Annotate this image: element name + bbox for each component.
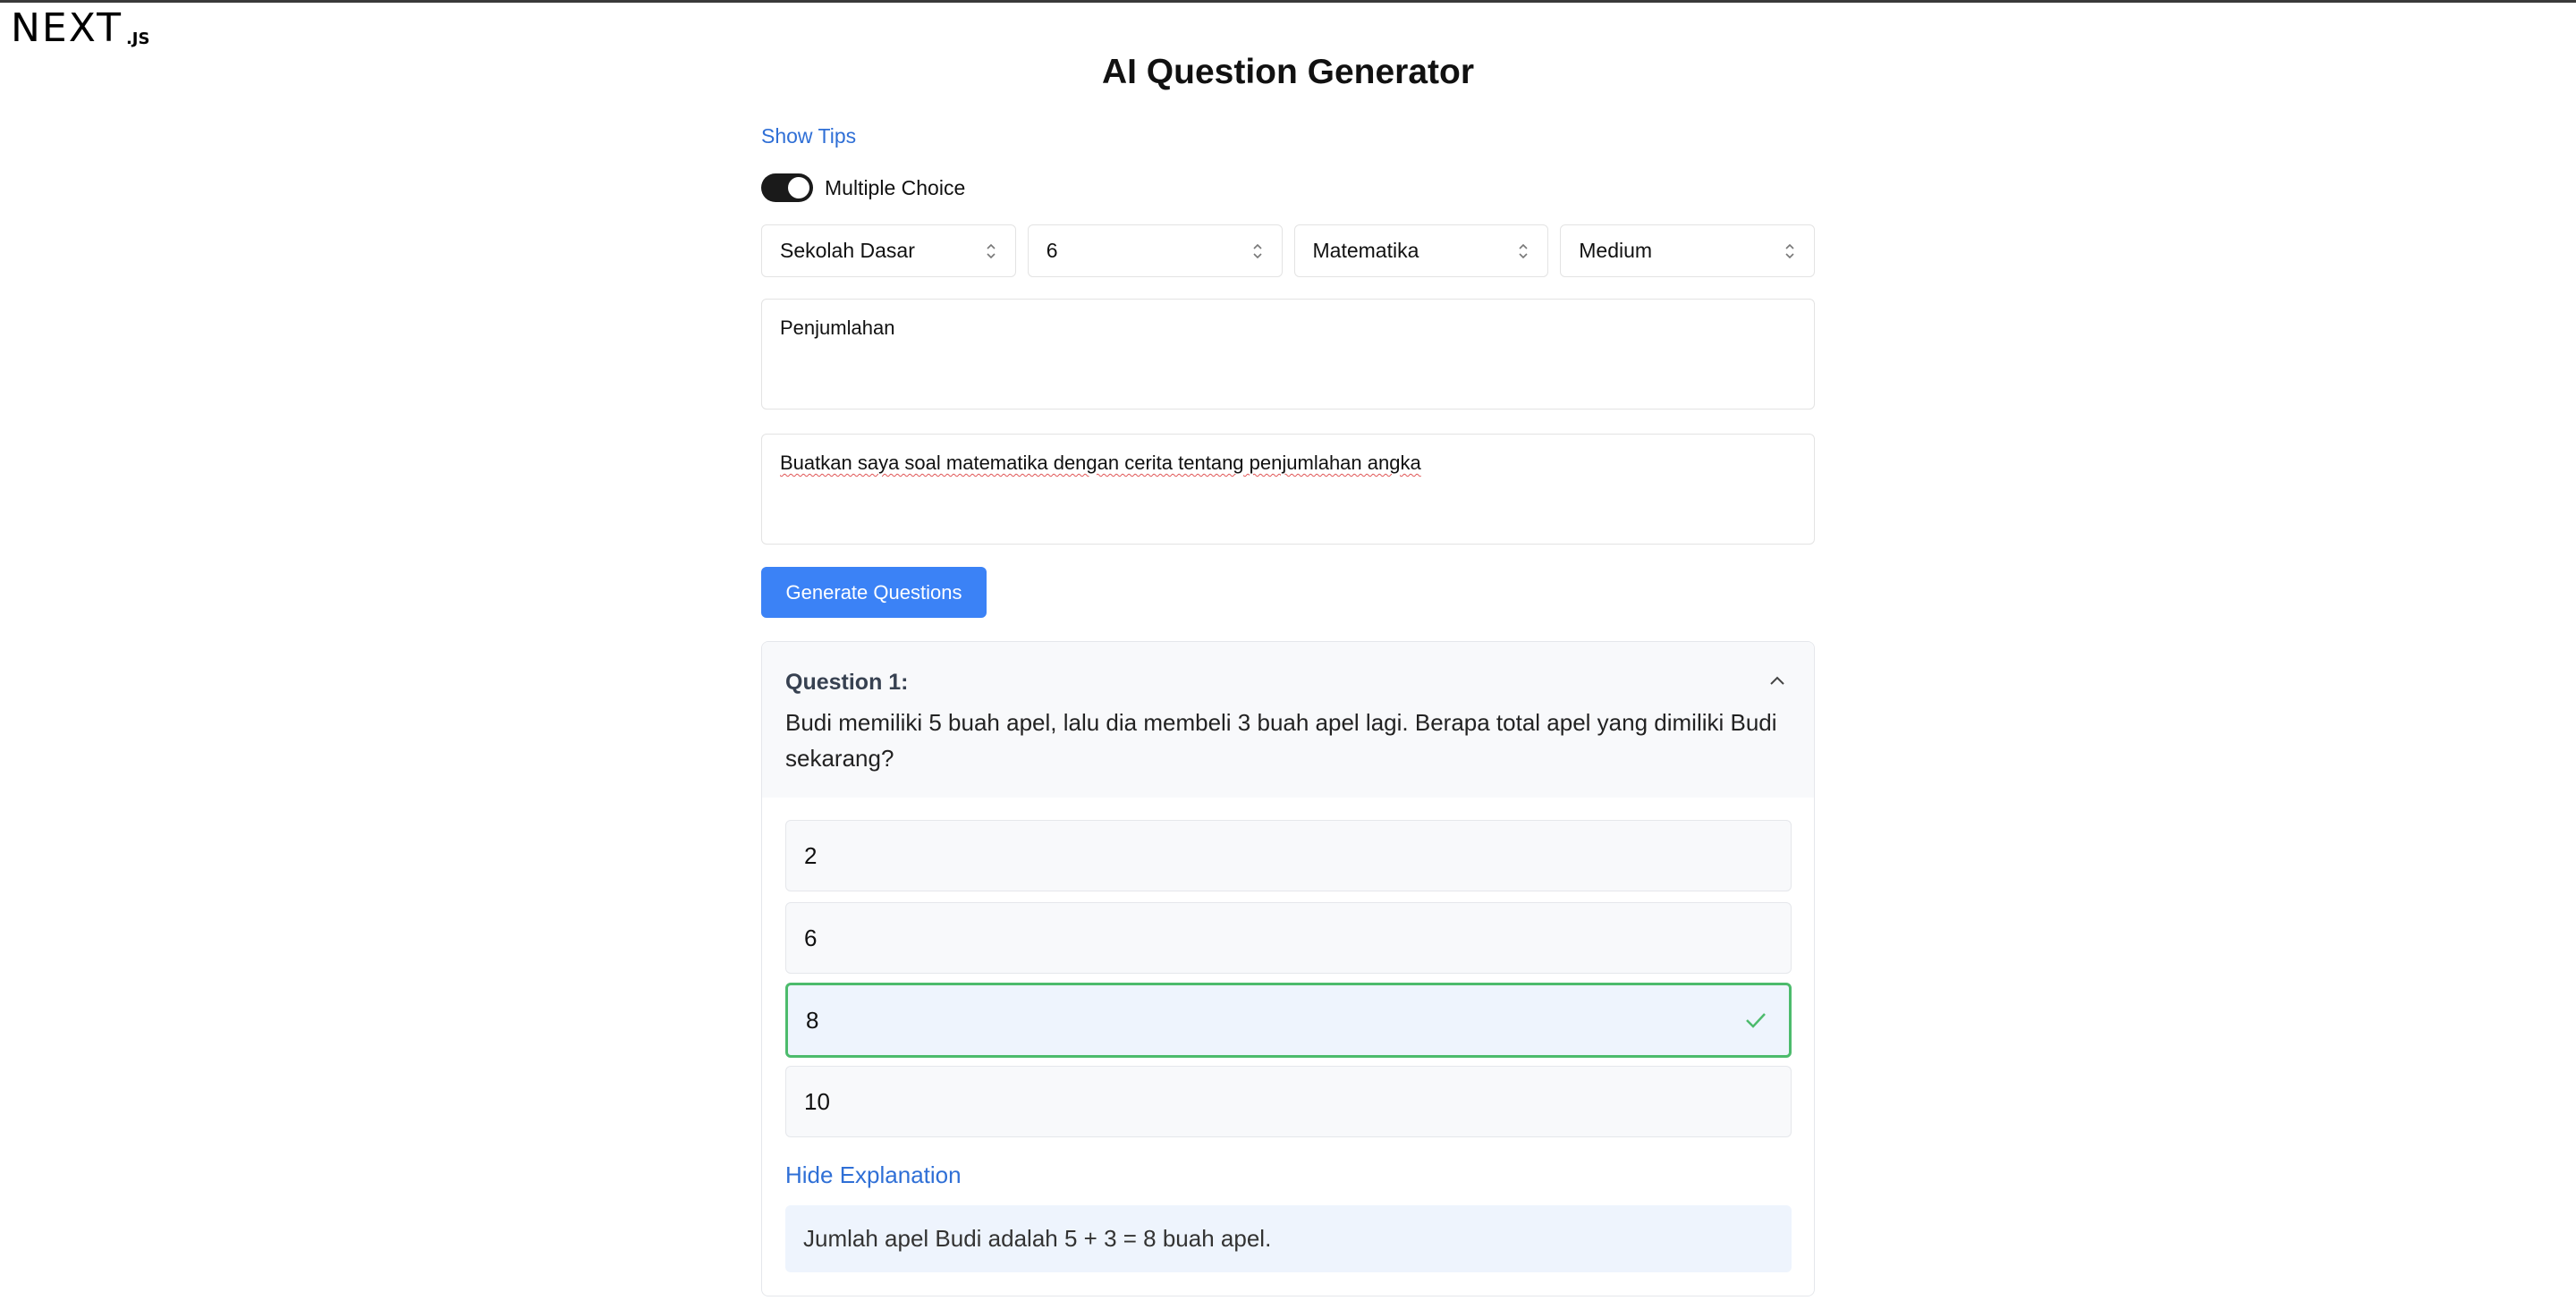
chevron-up-icon[interactable] (1764, 667, 1791, 694)
answer-option-correct[interactable]: 8 (785, 983, 1792, 1058)
select-value: Matematika (1312, 239, 1419, 262)
checkmark-icon (1742, 1007, 1769, 1034)
question-header[interactable]: Question 1: Budi memiliki 5 buah apel, l… (762, 642, 1814, 798)
school-level-select[interactable]: Sekolah Dasar (761, 224, 1016, 277)
option-text: 6 (804, 924, 818, 951)
question-card: Question 1: Budi memiliki 5 buah apel, l… (761, 641, 1815, 1296)
page-title: AI Question Generator (1101, 53, 1475, 91)
prompt-textarea[interactable]: Buatkan saya soal matematika dengan ceri… (761, 434, 1815, 545)
logo-suffix-text: .JS (125, 30, 150, 48)
generate-questions-button[interactable]: Generate Questions (761, 567, 987, 618)
subject-select[interactable]: Matematika (1293, 224, 1549, 277)
explanation-box: Jumlah apel Budi adalah 5 + 3 = 8 buah a… (785, 1205, 1792, 1272)
chevron-up-down-icon (1784, 242, 1796, 260)
question-text: Budi memiliki 5 buah apel, lalu dia memb… (785, 709, 1777, 772)
answer-option[interactable]: 10 (785, 1066, 1792, 1137)
answer-option[interactable]: 6 (785, 902, 1792, 974)
question-label: Question 1: (785, 670, 909, 695)
multiple-choice-toggle-row: Multiple Choice (761, 173, 965, 202)
nextjs-logo: NEXT .JS (11, 9, 149, 48)
prompt-text: Buatkan saya soal matematika dengan ceri… (780, 452, 1421, 474)
select-row: Sekolah Dasar 6 Matematika Medium (761, 224, 1815, 277)
select-value: Medium (1579, 239, 1653, 262)
option-text: 10 (804, 1087, 830, 1115)
select-value: 6 (1046, 239, 1058, 262)
grade-select[interactable]: 6 (1027, 224, 1283, 277)
hide-explanation-link[interactable]: Hide Explanation (785, 1161, 962, 1189)
chevron-up-down-icon (1517, 242, 1530, 260)
chevron-up-down-icon (985, 242, 997, 260)
top-border (0, 0, 2576, 3)
toggle-knob (788, 177, 809, 198)
logo-main-text: NEXT (11, 5, 123, 51)
difficulty-select[interactable]: Medium (1560, 224, 1815, 277)
show-tips-link[interactable]: Show Tips (761, 123, 856, 148)
toggle-label: Multiple Choice (825, 176, 966, 199)
chevron-up-down-icon (1251, 242, 1264, 260)
option-text: 2 (804, 841, 818, 869)
multiple-choice-toggle[interactable] (761, 173, 813, 202)
topic-textarea[interactable]: Penjumlahan (761, 299, 1815, 410)
answer-option[interactable]: 2 (785, 820, 1792, 891)
select-value: Sekolah Dasar (780, 239, 915, 262)
option-text: 8 (806, 1006, 819, 1034)
